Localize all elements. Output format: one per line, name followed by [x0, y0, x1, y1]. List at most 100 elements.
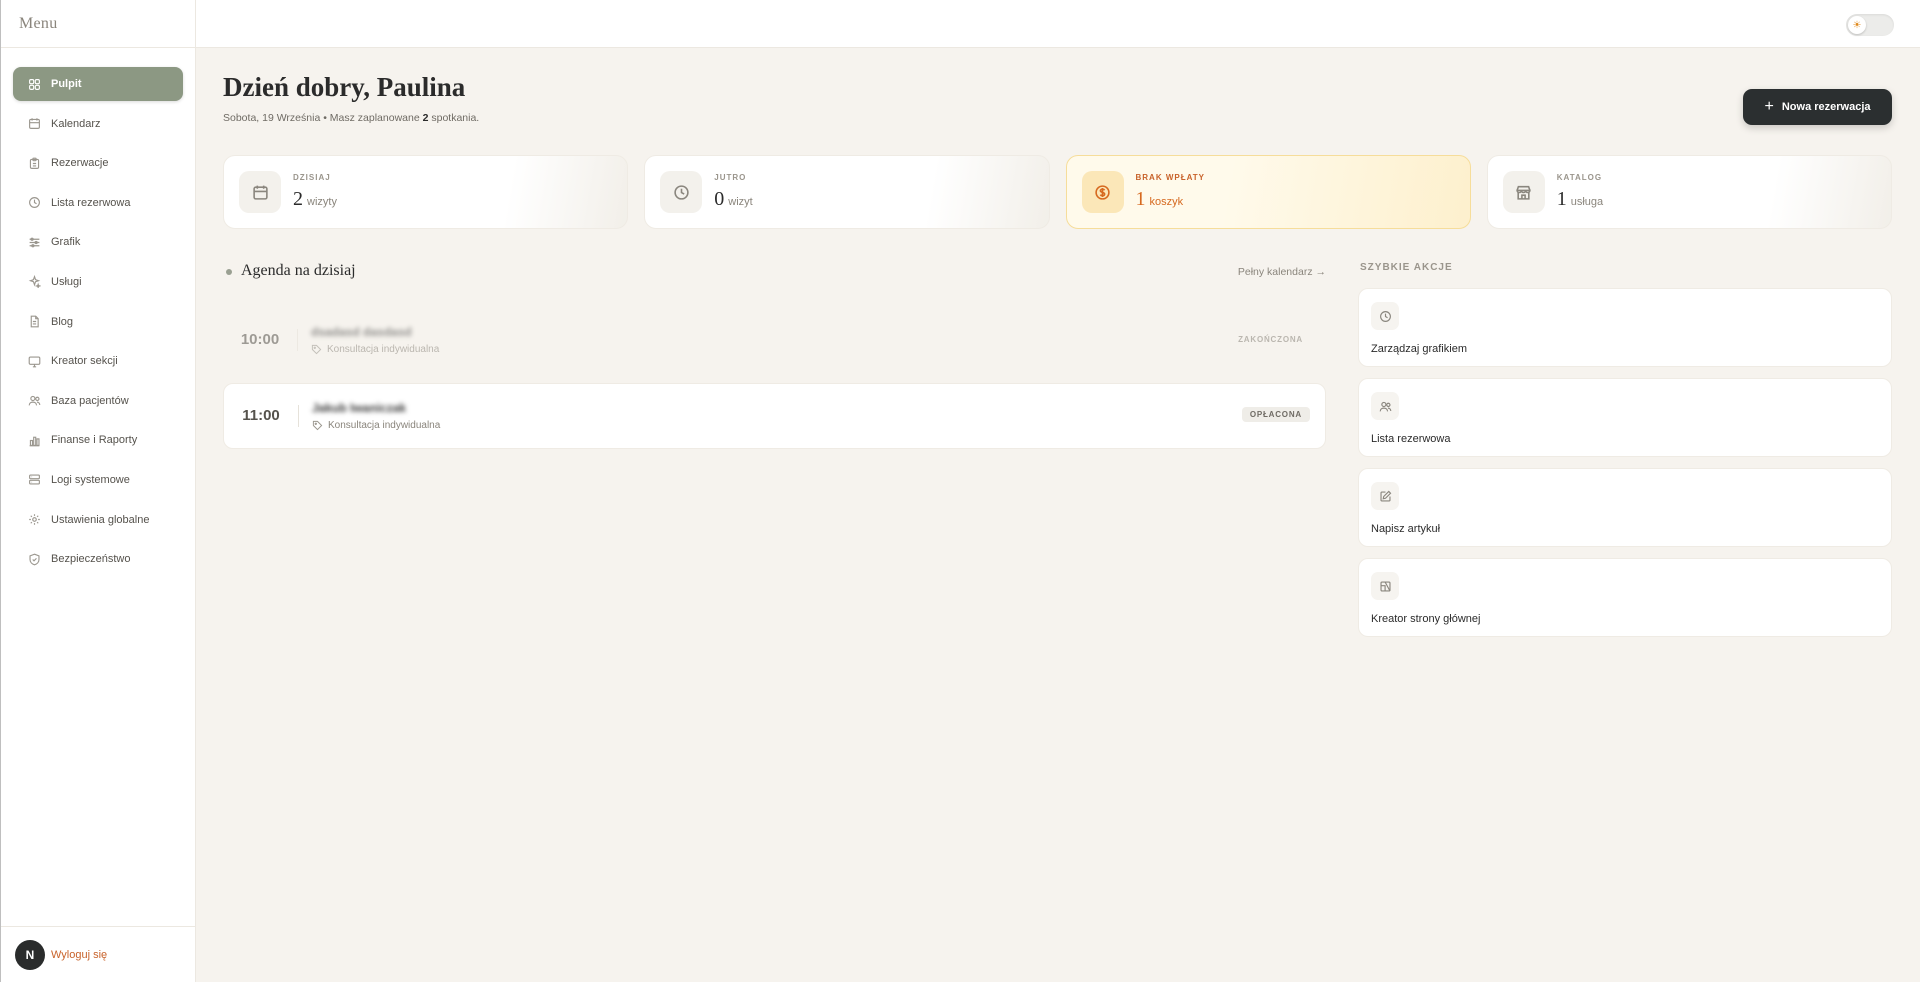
quick-action-schedule[interactable]: Zarządzaj grafikiem [1358, 288, 1892, 367]
stat-unit: usługa [1570, 196, 1604, 208]
service-name: Konsultacja indywidualna [328, 420, 441, 431]
document-icon [27, 315, 41, 329]
agenda-header: Agenda na dzisiaj Pełny kalendarz → [223, 262, 1326, 282]
layout-icon [1371, 572, 1399, 600]
sun-icon: ☀ [1848, 16, 1866, 34]
sidebar-item-label: Logi systemowe [51, 473, 130, 486]
appointment-service: Konsultacja indywidualna [312, 420, 440, 431]
sidebar-item-kreator-sekcji[interactable]: Kreator sekcji [13, 344, 183, 378]
gear-icon [27, 513, 41, 527]
page-subtitle: Sobota, 19 Września • Masz zaplanowane 2… [223, 112, 479, 124]
sidebar-item-label: Kreator sekcji [51, 355, 118, 368]
sparkles-icon [27, 275, 41, 289]
appointment-time: 10:00 [223, 329, 298, 351]
quick-action-homepage-builder[interactable]: Kreator strony głównej [1358, 558, 1892, 637]
stat-unit: koszyk [1149, 196, 1184, 208]
stat-label: JUTRO [714, 173, 747, 182]
logout-link[interactable]: Wyloguj się [51, 949, 107, 961]
sidebar-item-rezerwacje[interactable]: Rezerwacje [13, 146, 183, 180]
users-icon [27, 394, 41, 408]
quick-action-label: Lista rezerwowa [1371, 433, 1451, 445]
stat-card-unpaid[interactable]: BRAK WPŁATY 1 koszyk [1065, 155, 1471, 229]
sidebar-footer: N Wyloguj się [1, 926, 196, 982]
sidebar-header: Menu [1, 0, 195, 48]
sidebar-item-grafik[interactable]: Grafik [13, 225, 183, 259]
full-calendar-link[interactable]: Pełny kalendarz → [1238, 266, 1326, 278]
stat-unit: wizyty [307, 196, 337, 208]
status-badge: ZAKOŃCZONA [1238, 335, 1303, 344]
sidebar-item-label: Baza pacjentów [51, 394, 129, 407]
avatar[interactable]: N [15, 939, 45, 970]
sidebar-item-label: Lista rezerwowa [51, 196, 131, 209]
dollar-icon [1081, 171, 1124, 213]
topbar: ☀ [196, 0, 1920, 48]
quick-action-waitlist[interactable]: Lista rezerwowa [1358, 378, 1892, 457]
stat-label: DZISIAJ [293, 173, 331, 182]
quick-action-label: Napisz artykuł [1371, 523, 1441, 535]
sidebar-item-bezpieczenstwo[interactable]: Bezpieczeństwo [13, 542, 183, 576]
appointment-service: Konsultacja indywidualna [311, 344, 439, 355]
server-icon [27, 473, 41, 487]
monitor-icon [27, 354, 41, 368]
clipboard-icon [27, 156, 41, 170]
sliders-icon [27, 235, 41, 249]
sidebar-item-ustawienia[interactable]: Ustawienia globalne [13, 503, 183, 537]
sidebar-item-baza-pacjentow[interactable]: Baza pacjentów [13, 384, 183, 418]
sidebar-title: Menu [19, 14, 58, 32]
stat-value: 0 [714, 188, 725, 210]
quick-actions-title: SZYBKIE AKCJE [1360, 262, 1453, 273]
sidebar-item-blog[interactable]: Blog [13, 305, 183, 339]
users-icon [1371, 392, 1399, 420]
bar-chart-icon [27, 433, 41, 447]
stat-label: KATALOG [1556, 173, 1603, 182]
sidebar-item-kalendarz[interactable]: Kalendarz [13, 107, 183, 141]
dashboard-icon [27, 77, 41, 91]
sidebar-item-label: Usługi [51, 275, 82, 288]
stats-row: DZISIAJ 2 wizyty JUTRO 0 wizyt BRAK WPŁATY… [223, 155, 1892, 229]
new-reservation-button[interactable]: + Nowa rezerwacja [1743, 89, 1892, 125]
calendar-icon [239, 171, 281, 213]
subtitle-suffix: spotkania. [428, 112, 480, 124]
agenda-title: Agenda na dzisiaj [241, 262, 356, 279]
stat-card-today[interactable]: DZISIAJ 2 wizyty [223, 155, 629, 229]
sidebar-item-lista-rezerwowa[interactable]: Lista rezerwowa [13, 186, 183, 220]
quick-action-write-article[interactable]: Napisz artykuł [1358, 468, 1892, 547]
stat-value: 1 [1135, 188, 1146, 210]
sidebar-item-label: Bezpieczeństwo [51, 553, 131, 566]
sidebar-item-uslugi[interactable]: Usługi [13, 265, 183, 299]
sidebar-item-finanse[interactable]: Finanse i Raporty [13, 423, 183, 457]
plus-icon: + [1764, 98, 1774, 115]
patient-name: Jakub Iwaniczak [312, 401, 407, 415]
page-title: Dzień dobry, Paulina [223, 72, 466, 102]
sidebar-nav: Pulpit Kalendarz Rezerwacje Lista rezerw… [1, 48, 195, 576]
stat-label: BRAK WPŁATY [1135, 173, 1206, 182]
store-icon [1502, 171, 1545, 213]
calendar-icon [27, 117, 41, 131]
quick-action-label: Zarządzaj grafikiem [1371, 343, 1467, 355]
appointment-row[interactable]: 10:00 dsadasd dasdasd Konsultacja indywi… [223, 307, 1326, 373]
appointment-time: 11:00 [224, 405, 299, 427]
patient-name: dsadasd dasdasd [311, 325, 412, 339]
appointment-row[interactable]: 11:00 Jakub Iwaniczak Konsultacja indywi… [223, 383, 1326, 449]
shield-icon [27, 552, 41, 566]
agenda-dot [226, 269, 232, 275]
clock-icon [1371, 302, 1399, 330]
edit-icon [1371, 482, 1399, 510]
sidebar-item-label: Ustawienia globalne [51, 513, 150, 526]
stat-card-tomorrow[interactable]: JUTRO 0 wizyt [644, 155, 1050, 229]
sidebar-item-label: Finanse i Raporty [51, 434, 138, 447]
stat-unit: wizyt [728, 196, 753, 208]
sidebar-item-label: Blog [51, 315, 74, 328]
appointment-info: Jakub Iwaniczak Konsultacja indywidualna [299, 401, 440, 431]
sidebar-item-label: Pulpit [51, 78, 82, 90]
sidebar-item-label: Kalendarz [51, 117, 101, 130]
date-text: Sobota, 19 Września • Masz zaplanowane [223, 112, 423, 124]
stat-value: 1 [1556, 188, 1567, 210]
sidebar-item-pulpit[interactable]: Pulpit [13, 67, 183, 101]
service-name: Konsultacja indywidualna [327, 344, 440, 355]
quick-action-label: Kreator strony głównej [1371, 613, 1481, 625]
stat-card-catalog[interactable]: KATALOG 1 usługa [1486, 155, 1892, 229]
sidebar-item-logi[interactable]: Logi systemowe [13, 463, 183, 497]
theme-toggle[interactable]: ☀ [1846, 14, 1894, 36]
appointment-info: dsadasd dasdasd Konsultacja indywidualna [298, 325, 439, 355]
